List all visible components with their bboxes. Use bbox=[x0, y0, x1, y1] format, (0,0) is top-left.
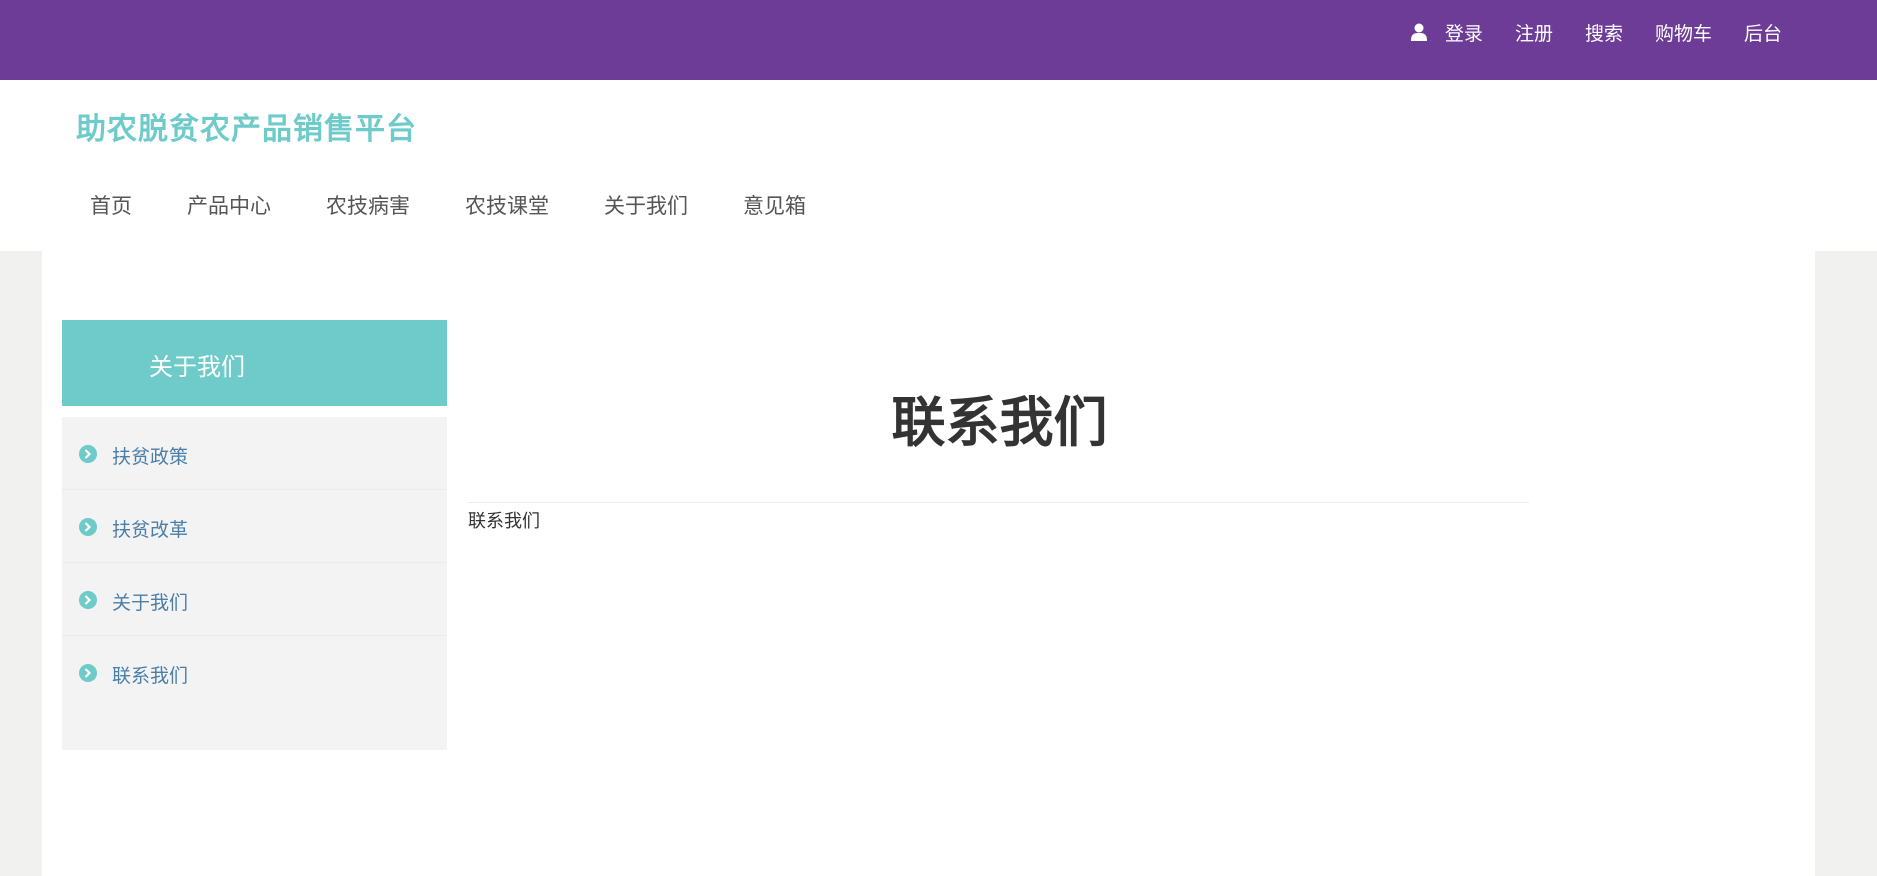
main-content: 关于我们 扶贫政策 扶贫改革 关于我们 联系我们 联系我们 联系我们 bbox=[42, 251, 1815, 876]
register-link[interactable]: 注册 bbox=[1515, 19, 1553, 46]
sidebar-item-label: 联系我们 bbox=[112, 665, 189, 687]
user-icon bbox=[1410, 23, 1427, 41]
nav-item-classroom[interactable]: 农技课堂 bbox=[465, 190, 549, 220]
sidebar-list: 扶贫政策 扶贫改革 关于我们 联系我们 bbox=[62, 417, 447, 750]
site-header: 助农脱贫农产品销售平台 首页 产品中心 农技病害 农技课堂 关于我们 意见箱 bbox=[0, 80, 1877, 251]
chevron-right-circle-icon bbox=[79, 664, 97, 682]
main-nav: 首页 产品中心 农技病害 农技课堂 关于我们 意见箱 bbox=[90, 190, 861, 220]
nav-item-plant-disease[interactable]: 农技病害 bbox=[326, 190, 410, 220]
cart-link[interactable]: 购物车 bbox=[1655, 19, 1712, 46]
sidebar-item-contact-us[interactable]: 联系我们 bbox=[62, 636, 447, 709]
site-brand[interactable]: 助农脱贫农产品销售平台 bbox=[76, 104, 417, 148]
sidebar-item-label: 扶贫改革 bbox=[112, 519, 189, 541]
chevron-right-circle-icon bbox=[79, 591, 97, 609]
chevron-right-circle-icon bbox=[79, 518, 97, 536]
sidebar-item-label: 扶贫政策 bbox=[112, 446, 189, 468]
sidebar-header: 关于我们 bbox=[62, 320, 447, 406]
sidebar-item-poverty-reform[interactable]: 扶贫改革 bbox=[62, 490, 447, 563]
top-links: 登录 注册 搜索 购物车 后台 bbox=[1410, 19, 1782, 46]
page-body-text: 联系我们 bbox=[468, 511, 540, 532]
sidebar-item-poverty-policy[interactable]: 扶贫政策 bbox=[62, 417, 447, 490]
top-bar: 登录 注册 搜索 购物车 后台 bbox=[0, 0, 1877, 80]
login-link[interactable]: 登录 bbox=[1445, 19, 1483, 46]
nav-item-feedback[interactable]: 意见箱 bbox=[743, 190, 806, 220]
sidebar-item-about-us[interactable]: 关于我们 bbox=[62, 563, 447, 636]
admin-link[interactable]: 后台 bbox=[1744, 19, 1782, 46]
nav-item-home[interactable]: 首页 bbox=[90, 190, 132, 220]
sidebar-title: 关于我们 bbox=[149, 353, 245, 381]
nav-item-about[interactable]: 关于我们 bbox=[604, 190, 688, 220]
title-divider bbox=[468, 502, 1529, 503]
search-link[interactable]: 搜索 bbox=[1585, 19, 1623, 46]
page-title: 联系我们 bbox=[891, 391, 1108, 454]
chevron-right-circle-icon bbox=[79, 445, 97, 463]
sidebar-item-label: 关于我们 bbox=[112, 592, 189, 614]
nav-item-products[interactable]: 产品中心 bbox=[187, 190, 271, 220]
